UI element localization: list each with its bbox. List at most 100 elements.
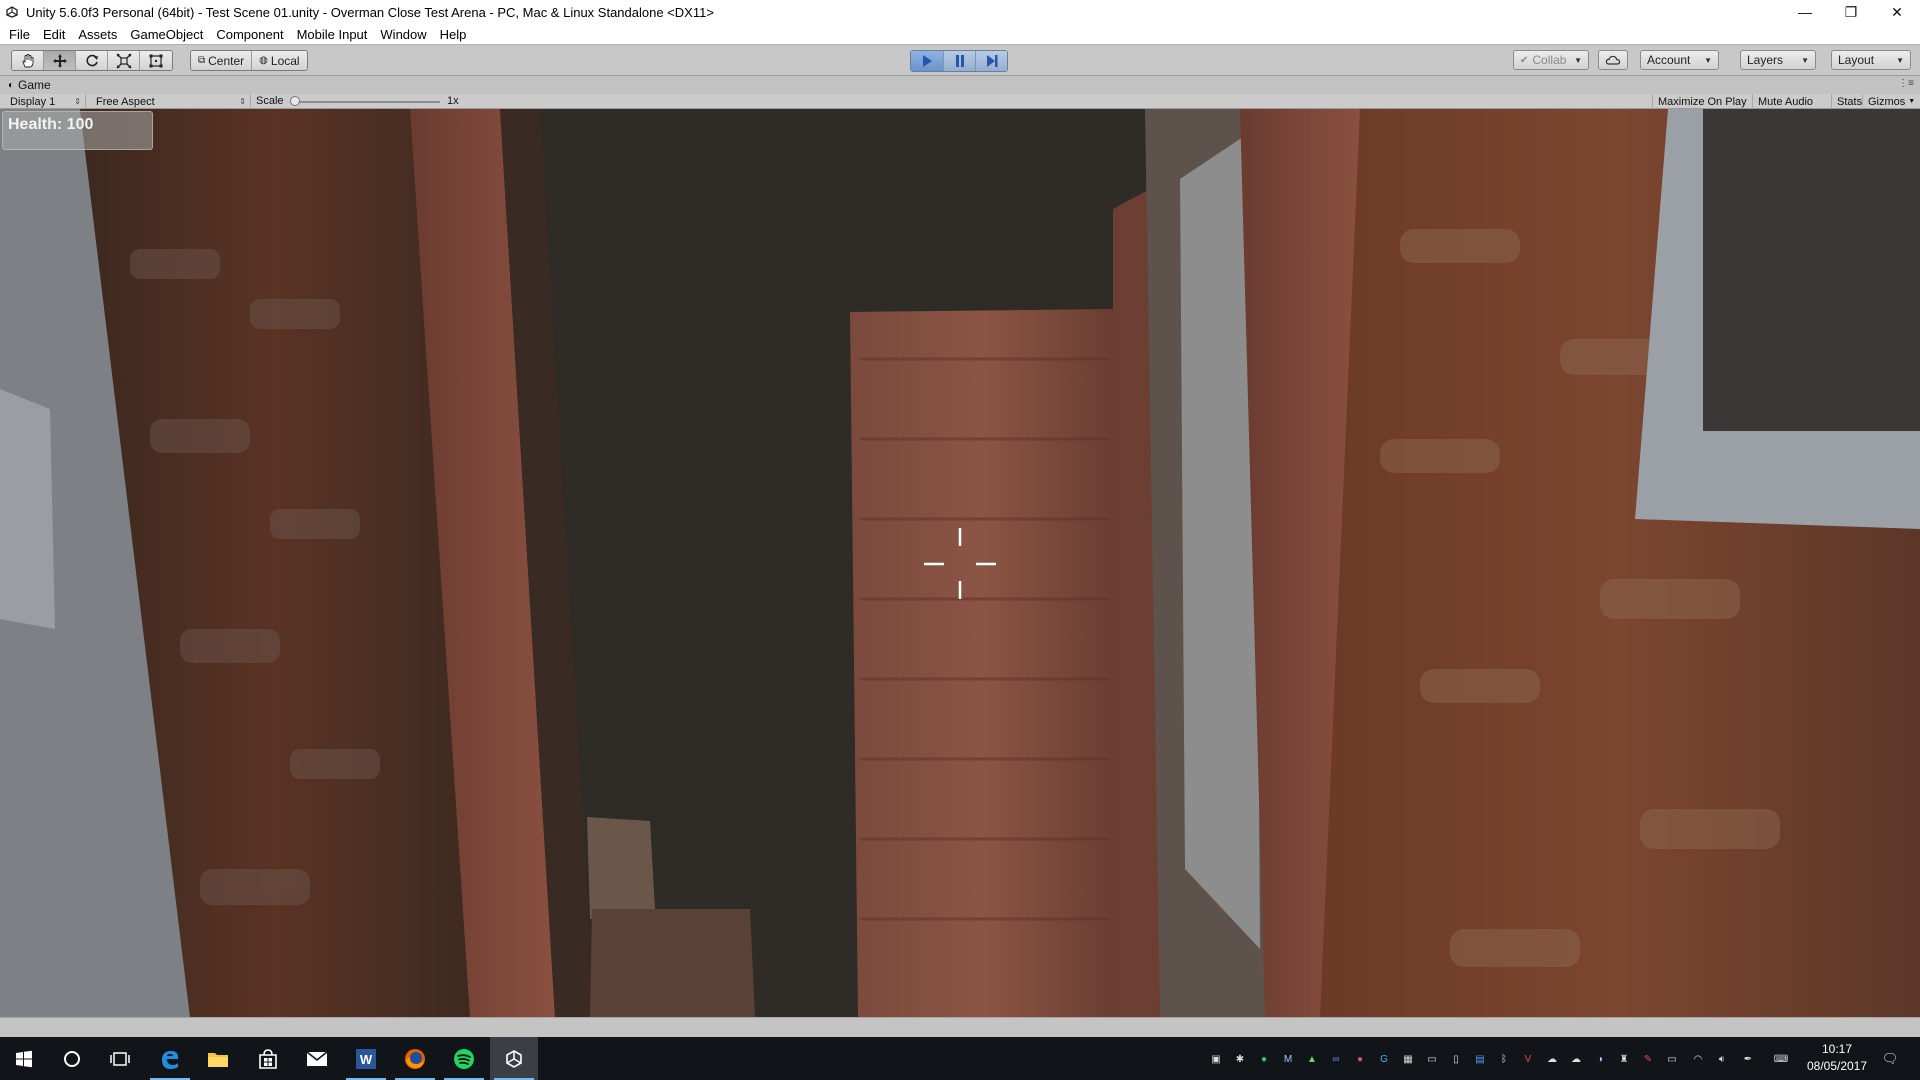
- move-tool-button[interactable]: [44, 51, 76, 70]
- tray-app-icon[interactable]: ▣: [1208, 1051, 1224, 1067]
- pivot-center-icon: ⧉: [198, 55, 206, 66]
- menu-component[interactable]: Component: [210, 27, 290, 42]
- menu-mobile-input[interactable]: Mobile Input: [291, 27, 375, 42]
- pause-button[interactable]: [943, 51, 975, 71]
- tray-app-icon[interactable]: ♜: [1616, 1051, 1632, 1067]
- mute-audio-toggle[interactable]: Mute Audio: [1752, 94, 1818, 109]
- tray-app-icon[interactable]: ▦: [1400, 1051, 1416, 1067]
- menu-gameobject[interactable]: GameObject: [124, 27, 210, 42]
- start-button[interactable]: [0, 1037, 48, 1080]
- display-dropdown[interactable]: Display 1 ⇕: [0, 94, 86, 109]
- step-button[interactable]: [975, 51, 1007, 71]
- scale-slider-handle[interactable]: [290, 96, 300, 106]
- rotate-icon: [85, 54, 98, 66]
- game-viewport[interactable]: Health: 100: [0, 109, 1920, 1017]
- tray-app-icon[interactable]: V: [1520, 1051, 1536, 1067]
- account-dropdown[interactable]: Account ▼: [1640, 50, 1719, 70]
- account-label: Account: [1647, 53, 1691, 67]
- chevron-down-icon: ▼: [1801, 55, 1809, 65]
- tray-app-icon[interactable]: ▲: [1304, 1051, 1320, 1067]
- tray-onedrive-icon[interactable]: ☁: [1568, 1051, 1584, 1067]
- tray-bluetooth-icon[interactable]: ᛒ: [1496, 1051, 1512, 1067]
- pivot-center-button[interactable]: ⧉ Center: [191, 51, 252, 70]
- collab-dropdown[interactable]: ✔ Collab ▼: [1513, 50, 1589, 70]
- cloud-button[interactable]: [1598, 50, 1628, 70]
- layers-dropdown[interactable]: Layers ▼: [1740, 50, 1816, 70]
- store-taskbar-button[interactable]: [244, 1037, 292, 1080]
- gizmos-label: Gizmos: [1868, 95, 1906, 108]
- check-icon: ✔: [1520, 54, 1529, 66]
- game-tab[interactable]: ◐ Game: [0, 76, 59, 94]
- menu-assets[interactable]: Assets: [72, 27, 124, 42]
- maximize-button[interactable]: ❐: [1828, 0, 1874, 24]
- close-button[interactable]: ✕: [1874, 0, 1920, 24]
- word-taskbar-button[interactable]: W: [342, 1037, 390, 1080]
- firefox-taskbar-button[interactable]: [391, 1037, 439, 1080]
- tray-keyboard-icon[interactable]: ⌨: [1770, 1051, 1792, 1067]
- playback-controls: [910, 50, 1008, 72]
- unity-taskbar-button[interactable]: [490, 1037, 538, 1080]
- tray-app-icon[interactable]: ▯: [1448, 1051, 1464, 1067]
- tray-app-icon[interactable]: ∞: [1328, 1051, 1344, 1067]
- scale-tool-button[interactable]: [108, 51, 140, 70]
- edge-taskbar-button[interactable]: [146, 1037, 194, 1080]
- game-pacman-icon: ◐: [8, 79, 15, 91]
- layout-dropdown[interactable]: Layout ▼: [1831, 50, 1911, 70]
- scale-label: Scale: [256, 95, 284, 107]
- gizmos-dropdown[interactable]: Gizmos ▼: [1862, 94, 1920, 109]
- health-label: Health: 100: [8, 116, 94, 133]
- chevron-down-icon: ▼: [1704, 55, 1712, 65]
- edge-icon: [162, 1050, 179, 1069]
- maximize-on-play-toggle[interactable]: Maximize On Play: [1652, 94, 1752, 109]
- rect-tool-button[interactable]: [140, 51, 172, 70]
- word-icon: W: [356, 1048, 376, 1069]
- tray-pen-icon[interactable]: ✒: [1740, 1051, 1756, 1067]
- menu-window[interactable]: Window: [374, 27, 433, 42]
- folder-icon: [208, 1052, 228, 1067]
- unity-logo-icon: [4, 4, 20, 20]
- action-center-icon[interactable]: 🗨︎: [1880, 1051, 1900, 1067]
- tray-app-icon[interactable]: ◑: [1592, 1051, 1608, 1067]
- scale-slider-track[interactable]: [292, 101, 440, 103]
- menu-help[interactable]: Help: [434, 27, 474, 42]
- layers-label: Layers: [1747, 53, 1784, 67]
- game-view-controls: Display 1 ⇕ Free Aspect ⇕ Scale 1x Maxim…: [0, 94, 1920, 109]
- tray-wifi-icon[interactable]: ◠: [1690, 1051, 1706, 1067]
- cortana-button[interactable]: [48, 1037, 96, 1080]
- tray-app-icon[interactable]: ▭: [1424, 1051, 1440, 1067]
- taskbar-clock[interactable]: 10:17 08/05/2017: [1802, 1041, 1872, 1075]
- window-title: Unity 5.6.0f3 Personal (64bit) - Test Sc…: [26, 4, 714, 20]
- hand-tool-button[interactable]: [12, 51, 44, 70]
- tray-app-icon[interactable]: ▤: [1472, 1051, 1488, 1067]
- tray-volume-icon[interactable]: 🔉︎: [1714, 1051, 1730, 1067]
- tray-app-icon[interactable]: ●: [1352, 1051, 1368, 1067]
- tray-app-icon[interactable]: M: [1280, 1051, 1296, 1067]
- tray-app-icon[interactable]: ✱: [1232, 1051, 1248, 1067]
- panel-menu-icon[interactable]: ⋮≡: [1898, 78, 1914, 89]
- minimize-button[interactable]: —: [1782, 0, 1828, 24]
- play-icon: [923, 55, 932, 67]
- tray-app-icon[interactable]: ☁: [1544, 1051, 1560, 1067]
- rotate-tool-button[interactable]: [76, 51, 108, 70]
- menu-file[interactable]: File: [3, 27, 37, 42]
- game-tab-label: Game: [18, 78, 51, 92]
- tray-spotify-icon[interactable]: ●: [1256, 1051, 1272, 1067]
- pivot-local-icon: ◍: [259, 55, 268, 66]
- store-bag-icon: [259, 1048, 277, 1069]
- mail-taskbar-button[interactable]: [293, 1037, 341, 1080]
- file-explorer-taskbar-button[interactable]: [194, 1037, 242, 1080]
- spotify-taskbar-button[interactable]: [440, 1037, 488, 1080]
- tray-app-icon[interactable]: G: [1376, 1051, 1392, 1067]
- collab-label: Collab: [1532, 53, 1567, 67]
- pivot-local-button[interactable]: ◍ Local: [251, 51, 307, 70]
- health-hud: Health: 100: [2, 111, 153, 150]
- tray-battery-icon[interactable]: ▭: [1664, 1051, 1680, 1067]
- pivot-center-label: Center: [208, 53, 245, 68]
- menu-edit[interactable]: Edit: [37, 27, 72, 42]
- task-view-button[interactable]: [96, 1037, 144, 1080]
- pivot-local-label: Local: [270, 53, 300, 68]
- tray-app-icon[interactable]: ✎: [1640, 1051, 1656, 1067]
- rect-transform-icon: [149, 54, 163, 67]
- play-button[interactable]: [911, 51, 943, 71]
- aspect-dropdown[interactable]: Free Aspect ⇕: [86, 94, 251, 109]
